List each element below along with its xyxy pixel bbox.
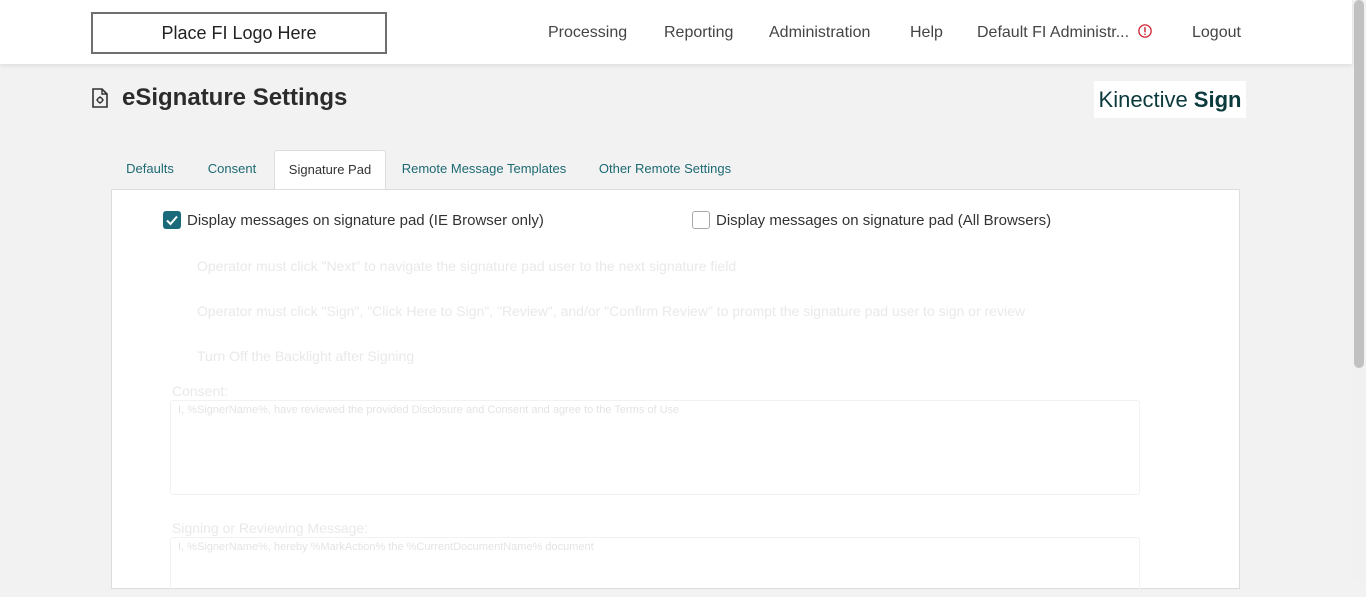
signing-message-text: I, %SignerName%, hereby %MarkAction% the… xyxy=(178,541,594,553)
nav-help[interactable]: Help xyxy=(910,24,943,42)
scrollbar-thumb[interactable] xyxy=(1354,0,1364,368)
tab-remote-message-templates[interactable]: Remote Message Templates xyxy=(394,150,574,188)
page-title: eSignature Settings xyxy=(122,84,348,111)
signing-message-label: Signing or Reviewing Message: xyxy=(172,520,369,536)
tab-consent[interactable]: Consent xyxy=(199,150,265,188)
nav-user-menu[interactable]: Default FI Administr... xyxy=(977,24,1152,42)
nav-processing[interactable]: Processing xyxy=(548,24,627,42)
kinective-sign-logo: Kinective Sign xyxy=(1094,81,1246,118)
nav-reporting[interactable]: Reporting xyxy=(664,24,733,42)
brand-light: Kinective xyxy=(1098,86,1188,112)
nav-administration[interactable]: Administration xyxy=(769,24,870,42)
brand-bold: Sign xyxy=(1193,86,1242,112)
consent-label: Consent: xyxy=(172,383,229,399)
page-scrollbar[interactable] xyxy=(1352,0,1366,581)
tab-signature-pad[interactable]: Signature Pad xyxy=(274,150,386,189)
nav-logout[interactable]: Logout xyxy=(1192,24,1241,42)
settings-document-icon xyxy=(92,88,108,108)
checkmark-icon xyxy=(166,215,178,226)
top-header: Place FI Logo Here Processing Reporting … xyxy=(0,0,1352,64)
user-name: Default FI Administr... xyxy=(977,24,1130,41)
fi-logo-placeholder[interactable]: Place FI Logo Here xyxy=(91,12,387,54)
option-operator-sign: Operator must click "Sign", "Click Here … xyxy=(197,303,1025,319)
tab-other-remote-settings[interactable]: Other Remote Settings xyxy=(595,150,735,188)
signature-pad-panel: Display messages on signature pad (IE Br… xyxy=(111,189,1240,597)
option-operator-next: Operator must click "Next" to navigate t… xyxy=(197,258,737,274)
tab-defaults[interactable]: Defaults xyxy=(111,150,189,188)
alert-icon xyxy=(1137,24,1152,38)
consent-text: I, %SignerName%, have reviewed the provi… xyxy=(178,404,680,416)
all-browsers-checkbox[interactable] xyxy=(692,211,710,229)
option-backlight-off: Turn Off the Backlight after Signing xyxy=(197,348,415,364)
all-browsers-label[interactable]: Display messages on signature pad (All B… xyxy=(716,212,1051,229)
ie-only-label[interactable]: Display messages on signature pad (IE Br… xyxy=(187,212,544,229)
ie-only-checkbox[interactable] xyxy=(163,211,181,229)
